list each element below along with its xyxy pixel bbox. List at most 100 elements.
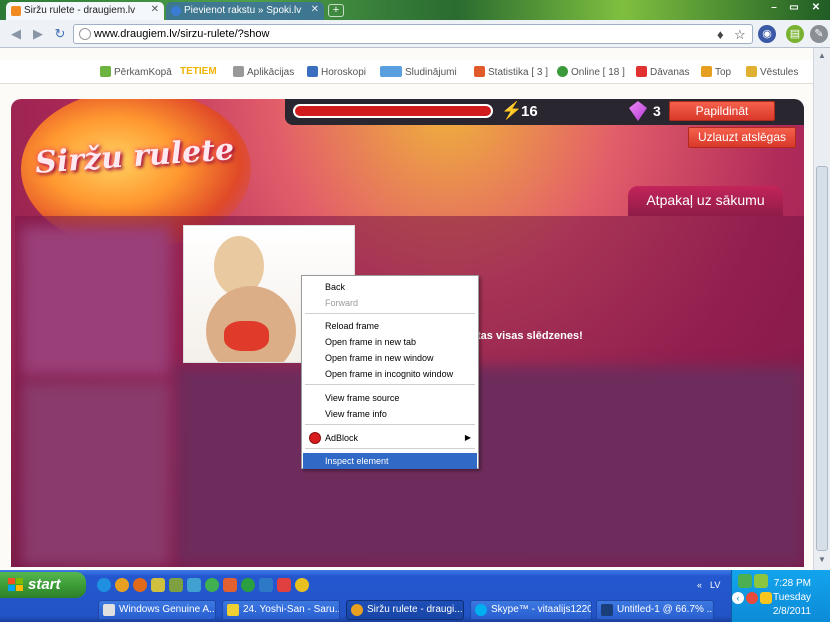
close-tab-icon[interactable]: ✕	[311, 4, 319, 15]
windows-genuine-icon	[103, 604, 115, 616]
photo-figure	[224, 321, 269, 351]
taskbar-item-windows-genuine[interactable]: Windows Genuine A...	[98, 600, 216, 620]
lightning-icon: ⚡	[501, 101, 523, 120]
gem-count: 3	[653, 103, 661, 119]
menu-item-view-frame-info[interactable]: View frame info	[303, 406, 477, 422]
reload-icon[interactable]: ↻	[52, 26, 68, 42]
quicklaunch-app-icon[interactable]	[151, 578, 165, 592]
nav-perkamkopa[interactable]: PērkamKopā	[100, 66, 172, 78]
menu-item-back[interactable]: Back	[303, 279, 477, 295]
nav-top[interactable]: Top	[701, 66, 731, 78]
scroll-down-icon[interactable]: ▼	[817, 555, 827, 564]
top-icon	[701, 66, 712, 77]
quicklaunch-app-icon[interactable]	[223, 578, 237, 592]
adblock-label: AdBlock	[325, 433, 359, 443]
tab-spoki[interactable]: Pievienot rakstu » Spoki.lv ✕	[166, 2, 324, 20]
system-clock[interactable]: 7:28 PM Tuesday 2/8/2011	[737, 577, 827, 619]
taskbar-item-skype[interactable]: Skype™ - vitaalijs1220	[470, 600, 592, 620]
back-icon[interactable]: ◀	[8, 26, 24, 42]
menu-item-forward[interactable]: Forward	[303, 295, 477, 311]
back-to-start-tab[interactable]: Atpakaļ uz sākumu	[628, 186, 783, 216]
wrench-icon[interactable]: ✎	[810, 25, 828, 43]
new-tab-button[interactable]: +	[328, 4, 344, 17]
page-info-icon[interactable]	[79, 28, 91, 40]
skype-icon	[475, 604, 487, 616]
chrome-icon[interactable]	[115, 578, 129, 592]
firefox-icon[interactable]	[133, 578, 147, 592]
draugiem-favicon-icon	[11, 6, 21, 16]
scroll-up-icon[interactable]: ▲	[817, 51, 827, 60]
menu-separator	[305, 313, 475, 314]
start-button[interactable]: start	[0, 572, 86, 598]
utorrent-icon[interactable]	[241, 578, 255, 592]
nav-sludinajumi[interactable]: Sludinājumi	[380, 66, 457, 78]
quicklaunch-app-icon[interactable]	[205, 578, 219, 592]
blurred-area	[21, 381, 171, 566]
quicklaunch-app-icon[interactable]	[169, 578, 183, 592]
maximize-icon[interactable]: ▭	[786, 2, 802, 15]
url-text[interactable]: www.draugiem.lv/sirzu-rulete/?show	[94, 28, 269, 40]
menu-item-reload-frame[interactable]: Reload frame	[303, 318, 477, 334]
minimize-icon[interactable]: –	[766, 2, 782, 15]
taskbar-item-sirzu-rulete[interactable]: Siržu rulete - draugi...	[346, 600, 464, 620]
menu-item-open-frame-new-window[interactable]: Open frame in new window	[303, 350, 477, 366]
menu-separator	[305, 384, 475, 385]
start-label: start	[28, 576, 61, 593]
nav-davanas[interactable]: Dāvanas	[636, 66, 689, 78]
nav-online[interactable]: Online [ 18 ]	[557, 66, 625, 78]
apps-icon	[233, 66, 244, 77]
clock-day: Tuesday	[773, 592, 811, 603]
menu-item-view-frame-source[interactable]: View frame source	[303, 390, 477, 406]
yoshi-san-icon	[227, 604, 239, 616]
clock-date: 2/8/2011	[772, 606, 811, 617]
menu-item-open-frame-incognito[interactable]: Open frame in incognito window	[303, 366, 477, 382]
address-bar[interactable]: www.draugiem.lv/sirzu-rulete/?show ♦ ☆	[73, 24, 753, 44]
ie-icon[interactable]	[97, 578, 111, 592]
extension-icon[interactable]: ◉	[758, 25, 776, 43]
horoscope-icon	[307, 66, 318, 77]
close-window-icon[interactable]: ✕	[808, 2, 824, 15]
perkamkopa-icon	[100, 66, 111, 77]
nav-aplikacijas[interactable]: Aplikācijas	[233, 66, 294, 78]
language-indicator[interactable]: LV	[710, 580, 720, 590]
quicklaunch-app-icon[interactable]	[187, 578, 201, 592]
extension-bulb-icon[interactable]: ♦	[717, 27, 724, 42]
tab-sirzu-rulete[interactable]: Siržu rulete - draugiem.lv ✕	[6, 2, 164, 20]
vertical-scrollbar[interactable]: ▲ ▼	[813, 48, 830, 570]
quicklaunch-app-icon[interactable]	[295, 578, 309, 592]
blurred-area	[21, 226, 171, 376]
menu-item-adblock[interactable]: AdBlock ▶	[303, 430, 477, 446]
blurred-area	[175, 366, 804, 566]
energy-count: 16	[521, 103, 538, 120]
bookmark-star-icon[interactable]: ☆	[734, 27, 746, 43]
game-message: tas visas slēdzenes!	[477, 330, 583, 342]
taskbar-item-photoshop[interactable]: Untitled-1 @ 66.7% ...	[596, 600, 714, 620]
adblock-icon	[309, 432, 321, 444]
unlock-keys-button[interactable]: Uzlauzt atslēgas	[688, 127, 796, 148]
topup-button[interactable]: Papildināt	[669, 101, 775, 121]
spoki-favicon-icon	[171, 6, 181, 16]
scrollbar-thumb[interactable]	[816, 166, 828, 551]
windows-taskbar: start « Windows Genuine A... 24. Yoshi-S…	[0, 570, 830, 622]
forward-icon[interactable]: ▶	[30, 26, 46, 42]
toolbar-chevron-icon[interactable]: «	[697, 580, 702, 590]
nav-tetiem[interactable]: TETIEM	[180, 66, 217, 77]
close-tab-icon[interactable]: ✕	[151, 4, 159, 15]
mail-icon	[746, 66, 757, 77]
menu-item-inspect-element[interactable]: Inspect element	[303, 453, 477, 469]
health-bar	[293, 104, 493, 118]
taskbar-item-yoshi-san[interactable]: 24. Yoshi-San - Saru...	[222, 600, 340, 620]
tab-strip: Siržu rulete - draugiem.lv ✕ Pievienot r…	[0, 0, 830, 20]
menu-separator	[305, 448, 475, 449]
clock-time: 7:28 PM	[773, 578, 811, 589]
tab-title: Siržu rulete - draugiem.lv	[24, 5, 136, 16]
gem-icon	[629, 101, 647, 121]
nav-vestules[interactable]: Vēstules	[746, 66, 798, 78]
nav-statistika[interactable]: Statistika [ 3 ]	[474, 66, 548, 78]
quicklaunch-app-icon[interactable]	[277, 578, 291, 592]
nav-horoskopi[interactable]: Horoskopi	[307, 66, 366, 78]
submenu-arrow-icon: ▶	[464, 433, 471, 442]
menu-item-open-frame-new-tab[interactable]: Open frame in new tab	[303, 334, 477, 350]
page-menu-icon[interactable]: ▤	[786, 25, 804, 43]
quicklaunch-app-icon[interactable]	[259, 578, 273, 592]
